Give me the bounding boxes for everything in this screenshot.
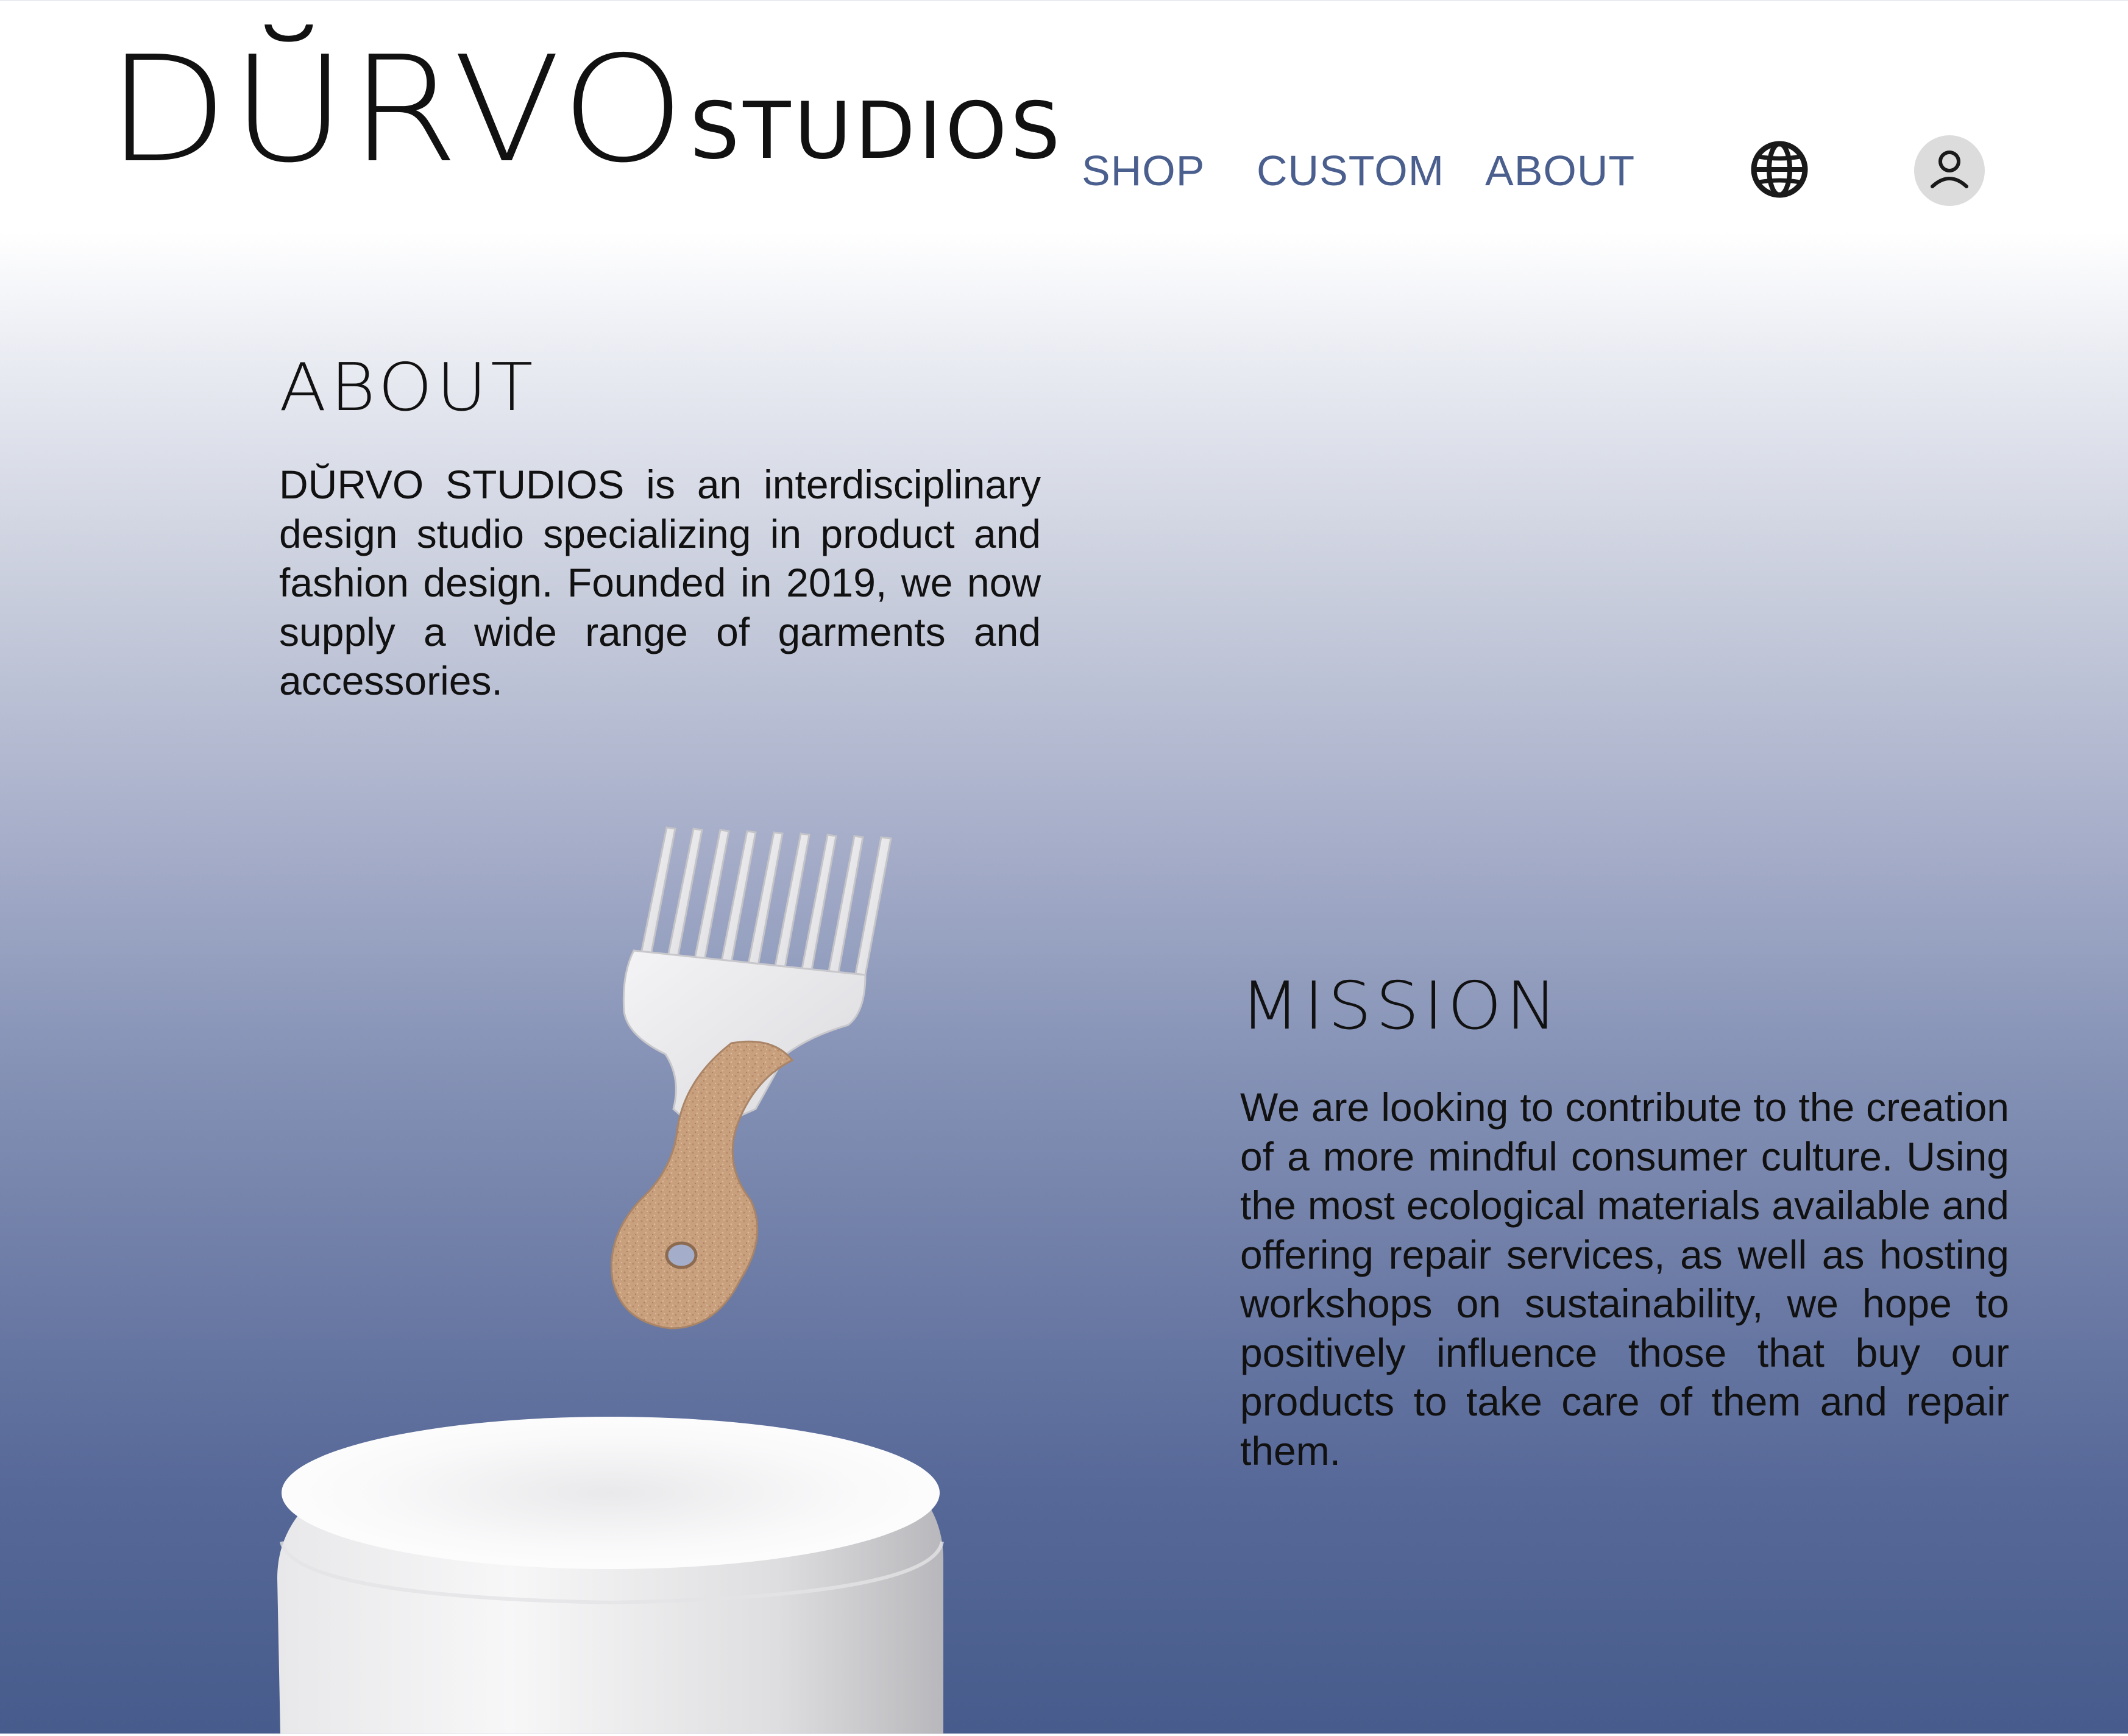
about-title: ABOUT — [279, 350, 537, 426]
main-nav: SHOP CUSTOM ABOUT — [0, 146, 2128, 207]
about-text: DŬRVO STUDIOS is an interdisciplinary de… — [279, 462, 1041, 703]
comb-illustration — [610, 826, 892, 1330]
nav-shop[interactable]: SHOP — [1082, 146, 1205, 195]
user-icon[interactable] — [1914, 135, 1985, 206]
nav-about[interactable]: ABOUT — [1485, 146, 1635, 195]
mission-text: We are looking to contribute to the crea… — [1240, 1085, 2009, 1473]
pedestal-illustration — [277, 1417, 944, 1734]
globe-icon[interactable] — [1750, 140, 1809, 199]
product-illustration — [0, 792, 1036, 1734]
nav-custom[interactable]: CUSTOM — [1257, 146, 1444, 195]
mission-title: MISSION — [1240, 968, 1561, 1044]
